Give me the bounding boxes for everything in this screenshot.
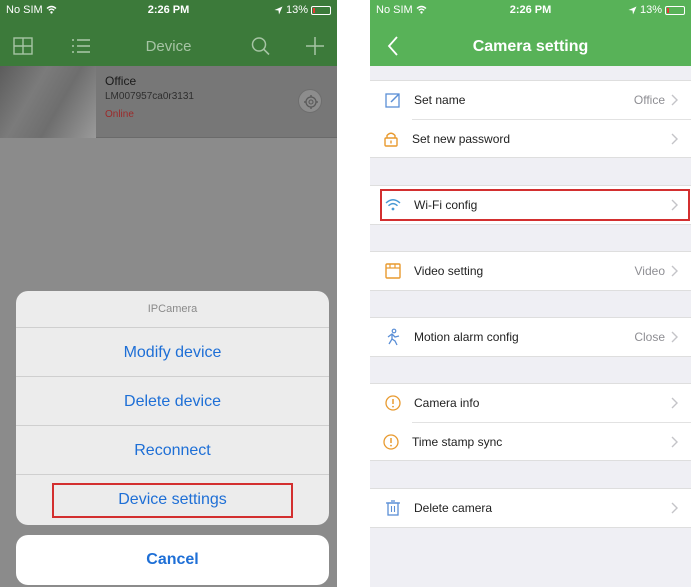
- set-password-label: Set new password: [412, 131, 511, 146]
- highlight-box: [380, 189, 690, 221]
- battery-percent: 13%: [639, 4, 662, 16]
- chevron-right-icon: [671, 436, 678, 447]
- delete-device-button[interactable]: Delete device: [16, 377, 329, 426]
- camera-setting-screen: No SIM 2:26 PM 13% Camera setting Set na…: [370, 0, 691, 587]
- settings-group-name: Set name Office Set new password: [370, 80, 691, 158]
- action-sheet: IPCamera Modify device Delete device Rec…: [16, 291, 329, 525]
- wifi-config-row[interactable]: Wi-Fi config: [370, 186, 691, 224]
- action-sheet-title: IPCamera: [16, 291, 329, 328]
- video-setting-row[interactable]: Video setting Video: [370, 252, 691, 290]
- device-settings-button[interactable]: [298, 89, 322, 113]
- time-stamp-sync-row[interactable]: Time stamp sync: [383, 422, 691, 460]
- status-bar: No SIM 2:26 PM 13%: [370, 0, 691, 22]
- settings-group-motion: Motion alarm config Close: [370, 317, 691, 357]
- device-id: LM007957ca0r3131: [105, 91, 194, 102]
- settings-group-delete: Delete camera: [370, 488, 691, 528]
- battery-indicator: 13%: [274, 4, 331, 16]
- device-status: Online: [105, 109, 134, 120]
- set-name-label: Set name: [414, 93, 466, 107]
- status-bar: No SIM 2:26 PM 13%: [0, 0, 337, 22]
- camera-info-row[interactable]: Camera info: [370, 384, 691, 422]
- motion-alarm-label: Motion alarm config: [414, 330, 519, 344]
- motion-icon: [387, 328, 400, 346]
- chevron-right-icon: [671, 397, 678, 409]
- battery-indicator: 13%: [628, 4, 685, 16]
- device-name: Office: [105, 74, 137, 88]
- settings-group-video: Video setting Video: [370, 251, 691, 291]
- chevron-right-icon: [671, 331, 678, 343]
- battery-icon: [311, 5, 331, 15]
- video-setting-label: Video setting: [414, 264, 484, 278]
- video-setting-value: Video: [634, 264, 665, 278]
- trash-icon: [386, 500, 400, 516]
- location-icon: [274, 6, 283, 14]
- device-settings-option[interactable]: Device settings: [16, 475, 329, 524]
- camera-thumbnail: [0, 66, 96, 138]
- battery-level: [313, 7, 316, 13]
- battery-icon: [665, 5, 685, 15]
- chevron-right-icon: [671, 133, 678, 144]
- delete-camera-label: Delete camera: [414, 501, 493, 515]
- chevron-right-icon: [671, 94, 678, 106]
- gear-icon: [304, 95, 318, 109]
- edit-icon: [385, 93, 400, 108]
- search-icon[interactable]: [250, 36, 272, 56]
- cancel-button[interactable]: Cancel: [16, 535, 329, 585]
- video-icon: [385, 263, 401, 279]
- info-icon: [383, 434, 399, 450]
- battery-percent: 13%: [285, 4, 308, 16]
- page-title: Camera setting: [472, 38, 589, 55]
- set-password-row[interactable]: Set new password: [384, 119, 691, 157]
- page-title: Device: [145, 38, 192, 55]
- camera-setting-header: No SIM 2:26 PM 13% Camera setting: [370, 0, 691, 66]
- lock-icon: [384, 132, 398, 147]
- delete-camera-row[interactable]: Delete camera: [370, 489, 691, 527]
- add-icon[interactable]: [304, 36, 326, 56]
- set-name-row[interactable]: Set name Office: [370, 81, 691, 119]
- info-icon: [385, 395, 401, 411]
- settings-group-info: Camera info Time stamp sync: [370, 383, 691, 461]
- battery-level: [667, 7, 670, 13]
- motion-alarm-value: Close: [634, 330, 665, 344]
- modify-device-button[interactable]: Modify device: [16, 328, 329, 377]
- device-header: No SIM 2:26 PM 13% Device: [0, 0, 337, 66]
- device-list-screen: No SIM 2:26 PM 13% Device Office LM00795…: [0, 0, 337, 587]
- motion-alarm-row[interactable]: Motion alarm config Close: [370, 318, 691, 356]
- reconnect-button[interactable]: Reconnect: [16, 426, 329, 475]
- chevron-right-icon: [671, 265, 678, 277]
- chevron-right-icon: [671, 502, 678, 514]
- location-icon: [628, 6, 637, 14]
- time-stamp-sync-label: Time stamp sync: [412, 434, 503, 449]
- settings-group-wifi: Wi-Fi config: [370, 185, 691, 225]
- device-list-item[interactable]: Office LM007957ca0r3131 Online: [0, 66, 337, 138]
- highlight-box: [52, 483, 293, 518]
- set-name-value: Office: [633, 93, 665, 107]
- camera-info-label: Camera info: [414, 396, 480, 410]
